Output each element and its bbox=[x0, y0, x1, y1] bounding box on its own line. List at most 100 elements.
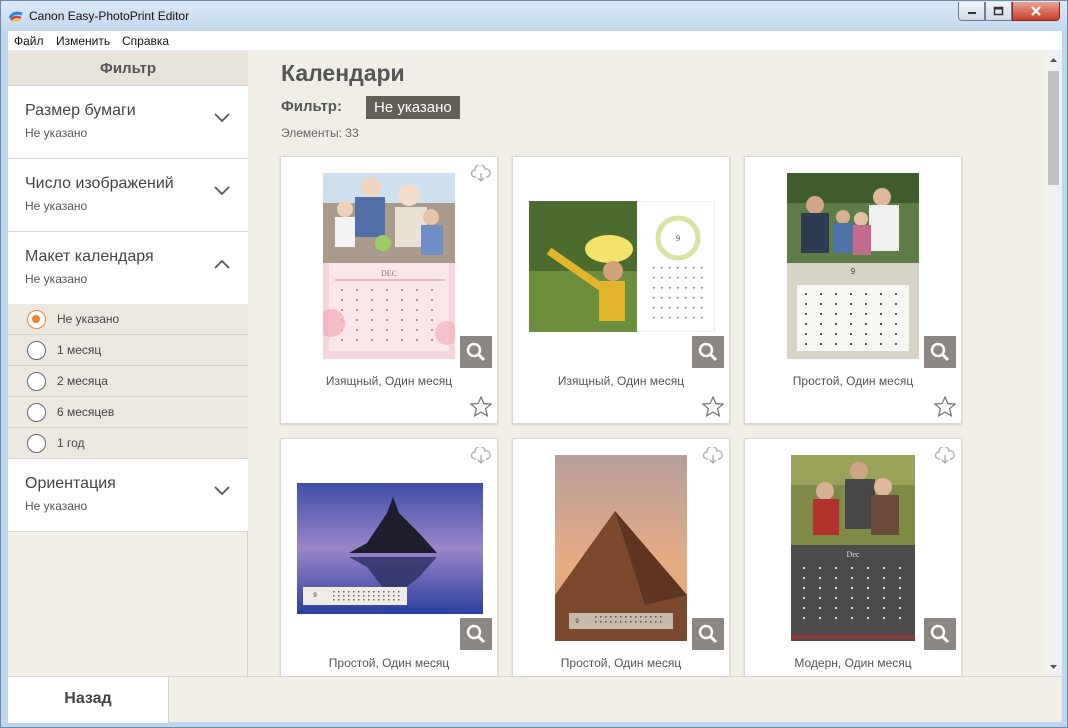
cloud-download-icon[interactable] bbox=[471, 447, 491, 465]
calendar-day-mark bbox=[880, 303, 882, 305]
template-card[interactable]: DEC Изящный, Один месяц bbox=[280, 156, 498, 424]
layout-option-2-months[interactable]: 2 месяца bbox=[8, 366, 248, 397]
calendar-day-mark bbox=[368, 595, 370, 597]
magnifier-icon bbox=[698, 342, 718, 362]
radio-button[interactable] bbox=[27, 434, 46, 453]
calendar-day-mark bbox=[610, 621, 612, 623]
close-button[interactable] bbox=[1012, 2, 1060, 21]
minimize-button[interactable] bbox=[958, 2, 985, 21]
favorite-star-icon[interactable] bbox=[702, 396, 724, 417]
calendar-day-mark bbox=[685, 277, 687, 279]
cloud-download-icon[interactable] bbox=[703, 447, 723, 465]
filter-image-count[interactable]: Число изображений Не указано bbox=[8, 159, 248, 232]
zoom-button[interactable] bbox=[924, 618, 956, 650]
menu-edit[interactable]: Изменить bbox=[56, 34, 110, 48]
calendar-day-mark bbox=[630, 621, 632, 623]
option-label: 2 месяца bbox=[57, 374, 108, 388]
calendar-day-mark bbox=[348, 599, 350, 601]
calendar-day-mark bbox=[388, 591, 390, 593]
zoom-button[interactable] bbox=[460, 336, 492, 368]
template-card[interactable]: Dec Модерн, Один месяц bbox=[744, 438, 962, 676]
calendar-day-mark bbox=[850, 343, 852, 345]
calendar-day-mark bbox=[378, 591, 380, 593]
filter-orientation[interactable]: Ориентация Не указано bbox=[8, 459, 248, 532]
calendar-day-mark bbox=[373, 595, 375, 597]
calendar-day-mark bbox=[880, 293, 882, 295]
layout-option-6-months[interactable]: 6 месяцев bbox=[8, 397, 248, 428]
layout-option-unspecified[interactable]: Не указано bbox=[8, 304, 248, 335]
calendar-day-mark bbox=[363, 595, 365, 597]
scroll-down-icon[interactable] bbox=[1045, 660, 1062, 674]
filter-section-value: Не указано bbox=[25, 499, 88, 513]
radio-button-selected[interactable] bbox=[27, 310, 46, 329]
vertical-scrollbar[interactable] bbox=[1045, 51, 1062, 676]
calendar-day-mark bbox=[677, 317, 679, 319]
calendar-day-mark bbox=[850, 333, 852, 335]
menu-help[interactable]: Справка bbox=[122, 34, 169, 48]
calendar-day-mark bbox=[610, 616, 612, 618]
calendar-day-mark bbox=[393, 599, 395, 601]
calendar-day-mark bbox=[401, 289, 403, 291]
favorite-star-icon[interactable] bbox=[470, 396, 492, 417]
radio-button[interactable] bbox=[27, 372, 46, 391]
maximize-button[interactable] bbox=[985, 2, 1012, 21]
zoom-button[interactable] bbox=[692, 336, 724, 368]
calendar-day-mark bbox=[835, 293, 837, 295]
calendar-day-mark bbox=[669, 267, 671, 269]
option-label: 1 месяц bbox=[57, 343, 102, 357]
radio-button[interactable] bbox=[27, 341, 46, 360]
calendar-day-mark bbox=[883, 607, 885, 609]
back-button[interactable]: Назад bbox=[8, 677, 169, 723]
radio-button[interactable] bbox=[27, 403, 46, 422]
calendar-day-mark bbox=[368, 591, 370, 593]
calendar-day-mark bbox=[685, 297, 687, 299]
cloud-download-icon[interactable] bbox=[935, 447, 955, 465]
filter-section-title: Ориентация bbox=[25, 475, 116, 492]
calendar-day-mark bbox=[353, 599, 355, 601]
calendar-day-mark bbox=[358, 595, 360, 597]
template-card[interactable]: 9 Простой, Один месяц bbox=[280, 438, 498, 676]
calendar-day-mark bbox=[867, 567, 869, 569]
template-card[interactable]: 9 Простой, Один месяц bbox=[744, 156, 962, 424]
calendar-month-label: Dec bbox=[847, 550, 860, 559]
calendar-day-mark bbox=[393, 595, 395, 597]
calendar-day-mark bbox=[371, 289, 373, 291]
template-caption: Простой, Один месяц bbox=[560, 656, 682, 670]
calendar-day-mark bbox=[880, 313, 882, 315]
zoom-button[interactable] bbox=[924, 336, 956, 368]
layout-option-1-year[interactable]: 1 год bbox=[8, 428, 248, 459]
calendar-day-mark bbox=[701, 277, 703, 279]
filter-calendar-layout[interactable]: Макет календаря Не указано bbox=[8, 232, 248, 305]
calendar-day-mark bbox=[635, 621, 637, 623]
favorite-star-icon[interactable] bbox=[934, 396, 956, 417]
scroll-up-icon[interactable] bbox=[1045, 53, 1062, 67]
calendar-day-mark bbox=[685, 267, 687, 269]
calendar-day-mark bbox=[358, 599, 360, 601]
calendar-day-mark bbox=[431, 289, 433, 291]
cloud-download-icon[interactable] bbox=[471, 165, 491, 183]
calendar-day-mark bbox=[851, 597, 853, 599]
calendar-day-mark bbox=[661, 267, 663, 269]
calendar-day-mark bbox=[883, 577, 885, 579]
minimize-icon bbox=[967, 12, 976, 14]
magnifier-icon bbox=[930, 624, 950, 644]
template-card[interactable]: 9 Простой, Один месяц bbox=[512, 438, 730, 676]
calendar-day-mark bbox=[341, 339, 343, 341]
calendar-day-mark bbox=[693, 307, 695, 309]
layout-option-1-month[interactable]: 1 месяц bbox=[8, 335, 248, 366]
template-card[interactable]: 9 Изящный, Один месяц bbox=[512, 156, 730, 424]
calendar-day-mark bbox=[693, 267, 695, 269]
filter-header: Фильтр bbox=[8, 51, 248, 86]
calendar-day-mark bbox=[650, 616, 652, 618]
calendar-day-mark bbox=[386, 289, 388, 291]
calendar-day-mark bbox=[701, 267, 703, 269]
zoom-button[interactable] bbox=[692, 618, 724, 650]
scrollbar-thumb[interactable] bbox=[1048, 71, 1059, 185]
calendar-day-mark bbox=[895, 303, 897, 305]
menu-file[interactable]: Файл bbox=[14, 34, 44, 48]
zoom-button[interactable] bbox=[460, 618, 492, 650]
filter-paper-size[interactable]: Размер бумаги Не указано bbox=[8, 86, 248, 159]
calendar-day-mark bbox=[353, 595, 355, 597]
calendar-day-mark bbox=[899, 607, 901, 609]
calendar-day-mark bbox=[677, 287, 679, 289]
